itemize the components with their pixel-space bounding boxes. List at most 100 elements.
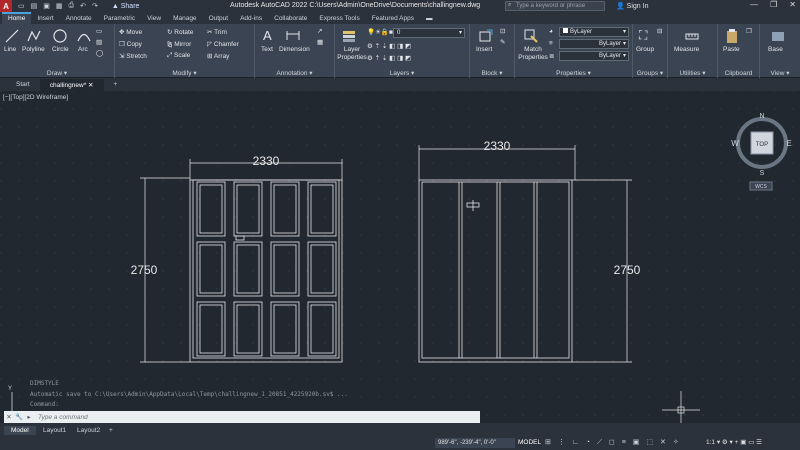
file-tab-drawing[interactable]: challingnew* ✕ [39,78,104,91]
view-panel-title[interactable]: View ▾ [760,69,800,77]
modify-panel-title[interactable]: Modify ▾ [115,69,254,77]
rotate-button[interactable]: ↻ Rotate [167,28,193,36]
polar-toggle-icon[interactable]: ◔ [586,438,590,448]
groups-panel-title[interactable]: Groups ▾ [633,69,667,77]
table-icon[interactable]: ▦ [317,38,323,46]
tab-manage[interactable]: Manage [167,14,203,24]
polyline-icon[interactable] [26,28,42,44]
measure-icon[interactable] [684,28,700,44]
properties-panel-title[interactable]: Properties ▾ [515,69,632,77]
sign-in-button[interactable]: 👤 Sign In [616,2,648,10]
text-button[interactable]: Text [261,46,273,53]
viewport-controls[interactable]: [−][Top][2D Wireframe] [3,94,68,101]
block-panel-title[interactable]: Block ▾ [470,69,514,77]
edit-block-icon[interactable]: ✎ [500,38,505,46]
layer-properties-button[interactable]: Layer Properties [337,46,367,62]
coordinate-display[interactable]: 989'-6", -239'-4", 0'-0" [435,438,515,448]
compass-south[interactable]: S [760,170,765,177]
draw-panel-title[interactable]: Draw ▾ [0,69,114,77]
group-button[interactable]: Group [636,46,654,53]
annotation-visibility-icon[interactable]: ✕ [660,438,666,448]
array-button[interactable]: ⊞ Array [207,52,229,60]
customize-icon[interactable]: 🔧 [14,413,24,421]
close-icon[interactable]: ✕ [789,0,796,9]
new-file-icon[interactable]: ▭ [18,2,25,10]
arc-button[interactable]: Arc [78,46,88,53]
close-tab-icon[interactable]: ✕ [88,82,93,89]
layout-tab-layout1[interactable]: Layout1 [36,426,73,435]
match-properties-icon[interactable] [523,28,539,44]
compass-north[interactable]: N [759,113,764,120]
polyline-button[interactable]: Polyline [22,46,45,53]
trim-button[interactable]: ✂ Trim [207,28,227,36]
layer-tools-row2[interactable]: ⚙ ⇡ ⇣ ◧ ◨ ◩ [367,54,411,62]
lineweight-dropdown[interactable]: ByLayer ▾ [559,51,629,61]
workspace-icon[interactable]: ▣ [740,439,746,446]
tab-home[interactable]: Home [2,12,32,24]
save-as-icon[interactable]: ▦ [56,2,63,10]
annotation-scale[interactable]: 1:1 ▾ ⚙ ▾ + ▣ ▭ ☰ [706,438,762,448]
model-space-toggle[interactable]: MODEL [518,438,541,448]
color-dropdown[interactable]: ByLayer ▾ [559,27,629,37]
clipboard-panel-title[interactable]: Clipboard [718,70,759,77]
tab-view[interactable]: View [141,14,167,24]
redo-icon[interactable]: ↷ [92,2,98,10]
insert-block-icon[interactable] [478,28,494,44]
tab-featured-apps[interactable]: Featured Apps [366,14,420,24]
tab-collaborate[interactable]: Collaborate [268,14,313,24]
rectangle-icon[interactable]: ▭ [96,27,102,35]
new-tab-button[interactable]: + [104,79,128,90]
tab-insert[interactable]: Insert [31,14,59,24]
ellipse-icon[interactable]: ◯ [96,49,103,57]
maximize-icon[interactable]: ❐ [770,0,777,9]
plot-icon[interactable]: ⎙ [69,2,75,10]
isodraft-icon[interactable]: ⟋ [597,438,602,448]
osnap-toggle-icon[interactable]: ◻ [609,438,615,448]
snap-toggle-icon[interactable]: ⋮ [558,438,565,448]
create-block-icon[interactable]: ⊡ [500,27,505,35]
paste-button[interactable]: Paste [723,46,740,53]
transparency-icon[interactable]: ▣ [633,438,640,448]
insert-button[interactable]: Insert [476,46,492,53]
mirror-button[interactable]: ⧎ Mirror [167,40,191,48]
save-icon[interactable]: ▣ [43,2,50,10]
layer-tools-row1[interactable]: ⚙ ⇡ ⇣ ◧ ◨ ◩ [367,42,411,50]
copy-clip-icon[interactable]: ❐ [746,27,752,35]
line-icon[interactable] [4,28,20,44]
recent-commands-icon[interactable]: ▸ [24,413,34,421]
share-button[interactable]: ▲ Share [112,3,140,10]
tab-parametric[interactable]: Parametric [98,14,141,24]
ortho-toggle-icon[interactable]: ∟ [572,438,579,448]
menu-icon[interactable]: ☰ [756,439,762,446]
close-command-line-icon[interactable]: ✕ [4,413,14,421]
paste-icon[interactable] [724,28,740,44]
layers-panel-title[interactable]: Layers ▾ [335,69,469,77]
ungroup-icon[interactable]: ⊟ [657,27,662,35]
minimize-icon[interactable]: — [750,0,758,9]
stretch-button[interactable]: ⇲ Stretch [119,52,147,60]
chamfer-button[interactable]: ◸ Chamfer [207,40,239,48]
base-view-icon[interactable] [770,28,786,44]
autocad-logo-icon[interactable]: A [0,0,12,12]
compass-west[interactable]: W [731,139,739,148]
open-file-icon[interactable]: ▤ [31,2,38,10]
selection-cycling-icon[interactable]: ⬚ [646,438,653,448]
add-layout-button[interactable]: + [102,426,120,435]
drawing-canvas[interactable]: 2330 2750 2330 2750 TOP N S E W WCS Y [0,91,800,423]
layer-dropdown[interactable]: 0 ▾ [393,28,465,38]
scale-button[interactable]: ⤢ Scale [167,52,190,60]
plus-icon[interactable]: + [735,439,739,446]
search-input[interactable]: Type a keyword or phrase [505,1,605,11]
circle-icon[interactable] [52,28,68,44]
base-button[interactable]: Base [768,46,783,53]
layout-tab-model[interactable]: Model [4,426,36,435]
linetype-dropdown[interactable]: ByLayer ▾ [559,39,629,49]
grid-toggle-icon[interactable]: ⊞ [545,438,551,448]
arc-icon[interactable] [76,28,92,44]
auto-scale-icon[interactable]: ✧ [673,438,679,448]
ribbon-toggle-icon[interactable]: ▬ [420,14,439,24]
hatch-icon[interactable]: ▨ [96,38,102,46]
move-button[interactable]: ✥ Move [119,28,142,36]
measure-button[interactable]: Measure [674,46,699,53]
copy-button[interactable]: ❐ Copy [119,40,142,48]
